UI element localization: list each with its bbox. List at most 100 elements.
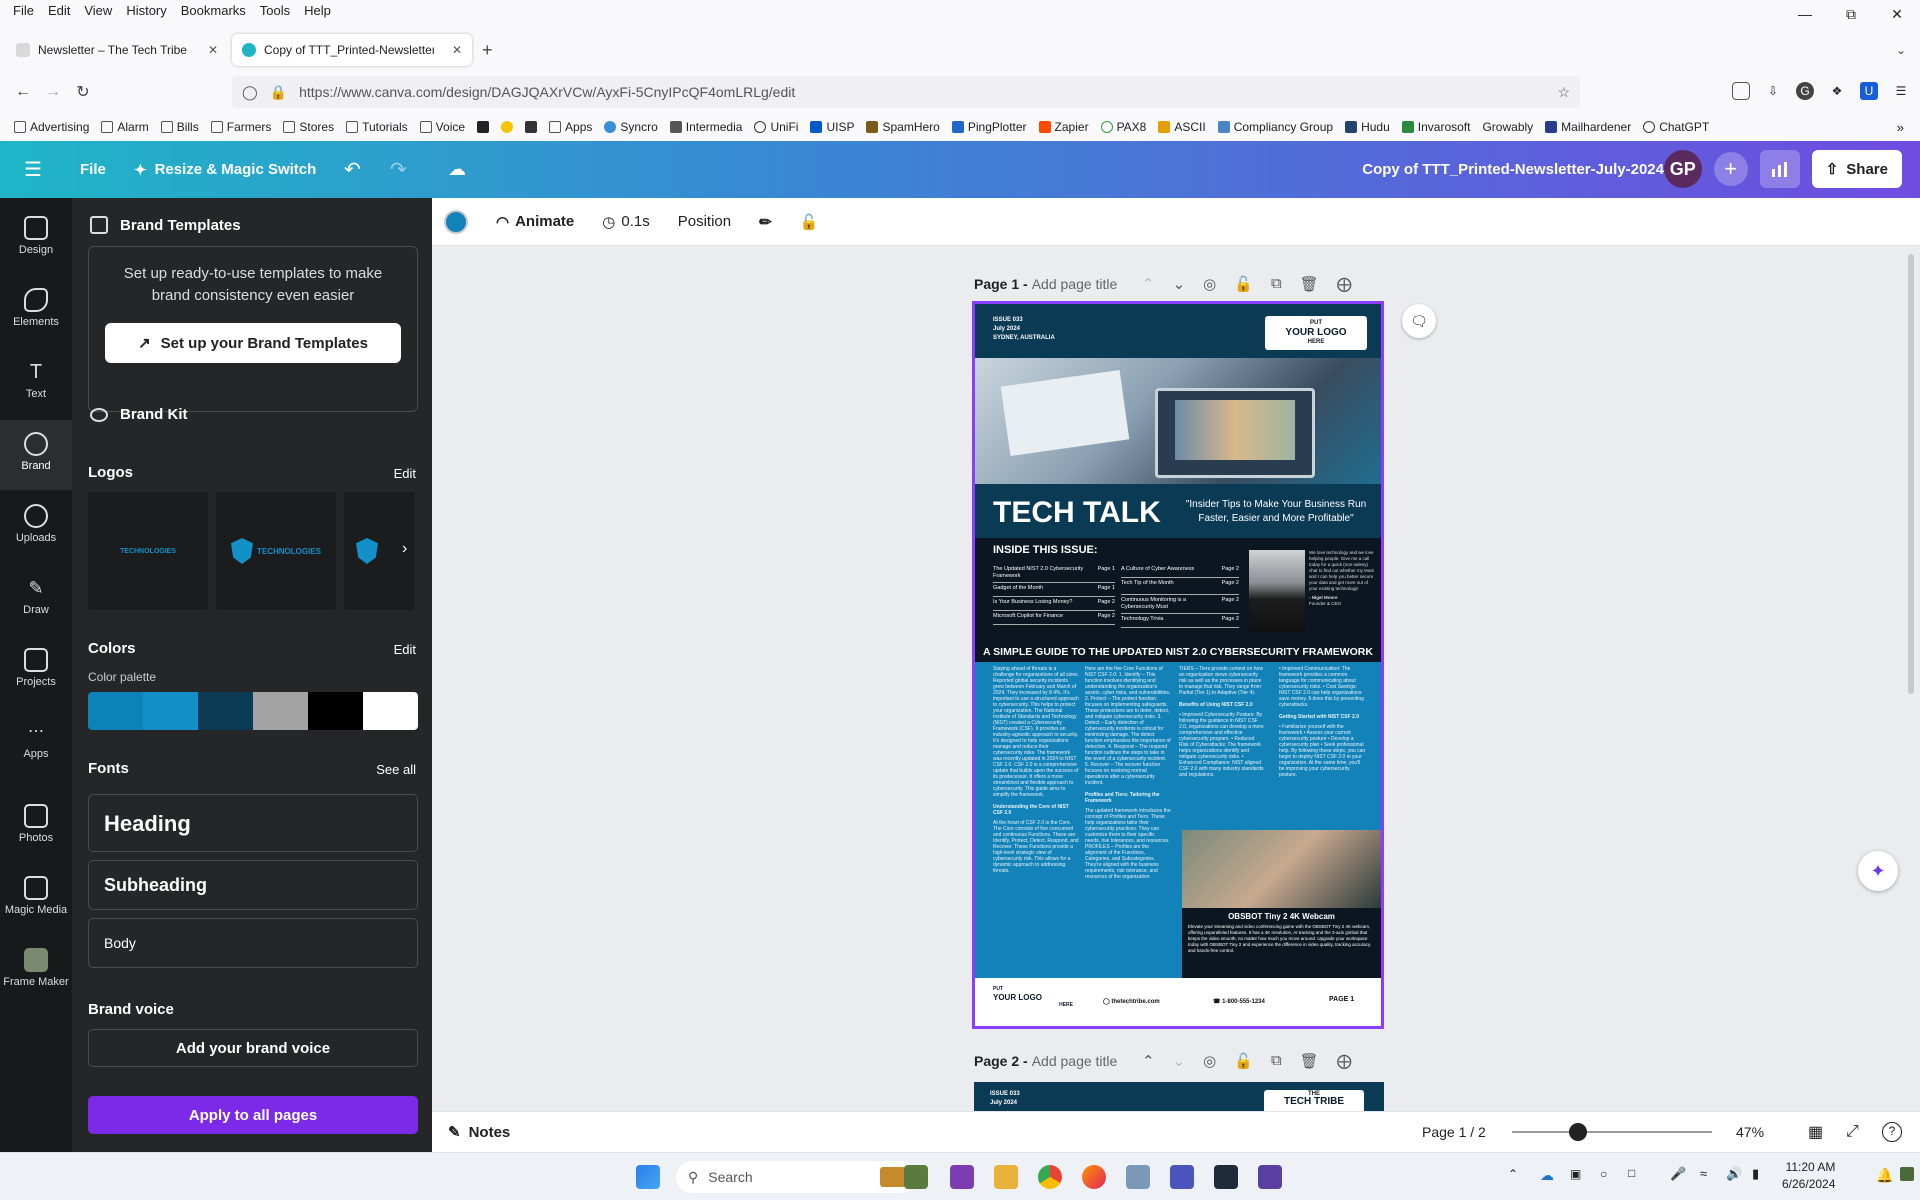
page-title-input[interactable]: Add page title bbox=[1032, 276, 1118, 292]
duplicate-icon[interactable]: ⧉ bbox=[1271, 275, 1282, 293]
magic-assistant-icon[interactable]: ✦ bbox=[1858, 851, 1898, 891]
hero-photo[interactable] bbox=[975, 358, 1381, 484]
bookmarks-overflow-icon[interactable]: » bbox=[1897, 120, 1904, 135]
font-subheading-tile[interactable]: Subheading bbox=[88, 860, 418, 910]
rail-projects[interactable]: Projects bbox=[0, 648, 72, 708]
apply-to-all-pages-button[interactable]: Apply to all pages bbox=[88, 1096, 418, 1134]
bookmark[interactable]: Invarosoft bbox=[1398, 120, 1475, 134]
rail-text[interactable]: T Text bbox=[0, 360, 72, 420]
extensions-icon[interactable]: ❖ bbox=[1828, 82, 1846, 100]
bookmark-folder[interactable]: Stores bbox=[279, 120, 338, 134]
bookmark[interactable]: Compliancy Group bbox=[1214, 120, 1337, 134]
page-2[interactable]: ISSUE 033 July 2024 THE TECH TRIBE ⌃ bbox=[974, 1082, 1384, 1111]
bookmark-folder[interactable]: Tutorials bbox=[342, 120, 412, 134]
hamburger-icon[interactable]: ☰ bbox=[24, 157, 42, 182]
bookmark[interactable]: ChatGPT bbox=[1639, 120, 1713, 134]
tray-app-icon[interactable]: ▣ bbox=[1570, 1167, 1581, 1181]
back-icon[interactable]: ← bbox=[8, 83, 38, 101]
zoom-slider-knob[interactable] bbox=[1569, 1123, 1587, 1141]
fonts-see-all-link[interactable]: See all bbox=[376, 762, 416, 777]
bitwarden-icon[interactable]: U bbox=[1860, 82, 1878, 100]
color-swatch[interactable] bbox=[253, 692, 308, 730]
rail-frame-maker[interactable]: Frame Maker bbox=[0, 948, 72, 1008]
author-photo[interactable] bbox=[1249, 550, 1305, 632]
restore-icon[interactable]: ⧉ bbox=[1828, 0, 1874, 28]
bookmark-folder[interactable]: Farmers bbox=[207, 120, 276, 134]
app-icon[interactable] bbox=[904, 1165, 928, 1189]
close-tab-icon[interactable]: ✕ bbox=[452, 43, 462, 57]
chevron-up-icon[interactable]: ⌃ bbox=[1142, 275, 1155, 293]
wifi-icon[interactable]: ≈ bbox=[1700, 1166, 1707, 1181]
menu-edit[interactable]: Edit bbox=[41, 3, 77, 18]
paint-format-icon[interactable]: ✏ bbox=[759, 213, 772, 231]
duration-button[interactable]: ◷ 0.1s bbox=[602, 213, 649, 231]
color-swatch[interactable] bbox=[363, 692, 418, 730]
color-swatch[interactable] bbox=[198, 692, 253, 730]
chevron-up-icon[interactable]: ⌃ bbox=[1142, 1052, 1155, 1070]
forward-icon[interactable]: → bbox=[38, 83, 68, 101]
bookmark[interactable]: UniFi bbox=[750, 120, 802, 134]
brand-kit-row[interactable]: Brand Kit bbox=[90, 406, 188, 423]
menu-help[interactable]: Help bbox=[297, 3, 338, 18]
fill-color-button[interactable] bbox=[444, 209, 468, 234]
shield-icon[interactable]: ◯ bbox=[242, 84, 258, 101]
menu-history[interactable]: History bbox=[119, 3, 173, 18]
logo-tile[interactable]: TECHNOLOGIES bbox=[88, 492, 208, 610]
duplicate-icon[interactable]: ⧉ bbox=[1271, 1052, 1282, 1070]
add-page-icon[interactable]: ⨁ bbox=[1337, 275, 1352, 293]
tab-newsletter[interactable]: Newsletter – The Tech Tribe ✕ bbox=[6, 34, 228, 66]
bookmark[interactable]: Intermedia bbox=[666, 120, 747, 134]
file-menu[interactable]: File bbox=[80, 161, 106, 178]
url-text[interactable]: https://www.canva.com/design/DAGJQAXrVCw… bbox=[299, 84, 795, 100]
animate-button[interactable]: ◠ Animate bbox=[496, 213, 574, 231]
windows-start-icon[interactable] bbox=[636, 1165, 660, 1189]
menu-tools[interactable]: Tools bbox=[253, 3, 297, 18]
page-counter[interactable]: Page 1 / 2 bbox=[1422, 1124, 1486, 1140]
rail-brand[interactable]: Brand bbox=[0, 420, 72, 490]
bookmark-icon-only[interactable] bbox=[521, 121, 541, 133]
app-icon[interactable] bbox=[1126, 1165, 1150, 1189]
bookmark-folder[interactable]: Voice bbox=[416, 120, 469, 134]
menu-bookmarks[interactable]: Bookmarks bbox=[174, 3, 253, 18]
lock-icon[interactable]: 🔓 bbox=[1234, 275, 1253, 293]
share-button[interactable]: ⇧ Share bbox=[1811, 150, 1902, 188]
rail-apps[interactable]: ⋯ Apps bbox=[0, 720, 72, 780]
close-icon[interactable]: ✕ bbox=[1874, 0, 1920, 28]
new-tab-icon[interactable]: + bbox=[482, 40, 493, 61]
zoom-value[interactable]: 47% bbox=[1736, 1124, 1764, 1140]
insights-icon[interactable] bbox=[1759, 150, 1800, 188]
menu-file[interactable]: File bbox=[6, 3, 41, 18]
bookmark[interactable]: PingPlotter bbox=[948, 120, 1031, 134]
bookmark[interactable]: Hudu bbox=[1341, 120, 1394, 134]
page-title-input[interactable]: Add page title bbox=[1032, 1053, 1118, 1069]
lock-icon[interactable]: 🔒 bbox=[270, 84, 287, 101]
font-body-tile[interactable]: Body bbox=[88, 918, 418, 968]
position-button[interactable]: Position bbox=[678, 213, 731, 230]
microphone-icon[interactable]: 🎤 bbox=[1670, 1166, 1686, 1182]
invite-plus-icon[interactable]: + bbox=[1713, 152, 1748, 186]
tab-canva[interactable]: Copy of TTT_Printed-Newsletter-J ✕ bbox=[232, 34, 472, 66]
trash-icon[interactable]: 🗑 bbox=[1300, 275, 1319, 293]
chevron-down-icon[interactable]: ⌄ bbox=[1173, 1052, 1186, 1070]
tray-app-icon[interactable]: ○ bbox=[1600, 1167, 1607, 1181]
rail-draw[interactable]: ✎ Draw bbox=[0, 576, 72, 636]
app-icon[interactable] bbox=[1214, 1165, 1238, 1189]
page-1[interactable]: ISSUE 033 July 2024 SYDNEY, AUSTRALIA PU… bbox=[972, 301, 1384, 1029]
bookmark-folder[interactable]: Bills bbox=[157, 120, 203, 134]
menu-icon[interactable]: ☰ bbox=[1892, 82, 1910, 100]
rail-photos[interactable]: Photos bbox=[0, 804, 72, 864]
font-heading-tile[interactable]: Heading bbox=[88, 794, 418, 852]
bookmark-folder[interactable]: Alarm bbox=[97, 120, 152, 134]
resize-magic-switch-button[interactable]: ✦ Resize & Magic Switch bbox=[134, 161, 316, 179]
tray-overflow-icon[interactable]: ⌃ bbox=[1508, 1167, 1518, 1181]
fullscreen-icon[interactable]: ⤢ bbox=[1846, 1123, 1859, 1141]
grid-view-icon[interactable]: ▦ bbox=[1808, 1122, 1823, 1142]
logo-tile[interactable]: TECHNOLOGIES bbox=[216, 492, 336, 610]
teams-icon[interactable] bbox=[1170, 1165, 1194, 1189]
chevron-down-icon[interactable]: ⌄ bbox=[1173, 275, 1186, 293]
volume-icon[interactable]: 🔊 bbox=[1726, 1166, 1742, 1182]
app-icon[interactable] bbox=[1258, 1165, 1282, 1189]
rail-magic-media[interactable]: Magic Media bbox=[0, 876, 72, 936]
logos-edit-link[interactable]: Edit bbox=[394, 466, 416, 481]
bookmark[interactable]: Mailhardener bbox=[1541, 120, 1635, 134]
